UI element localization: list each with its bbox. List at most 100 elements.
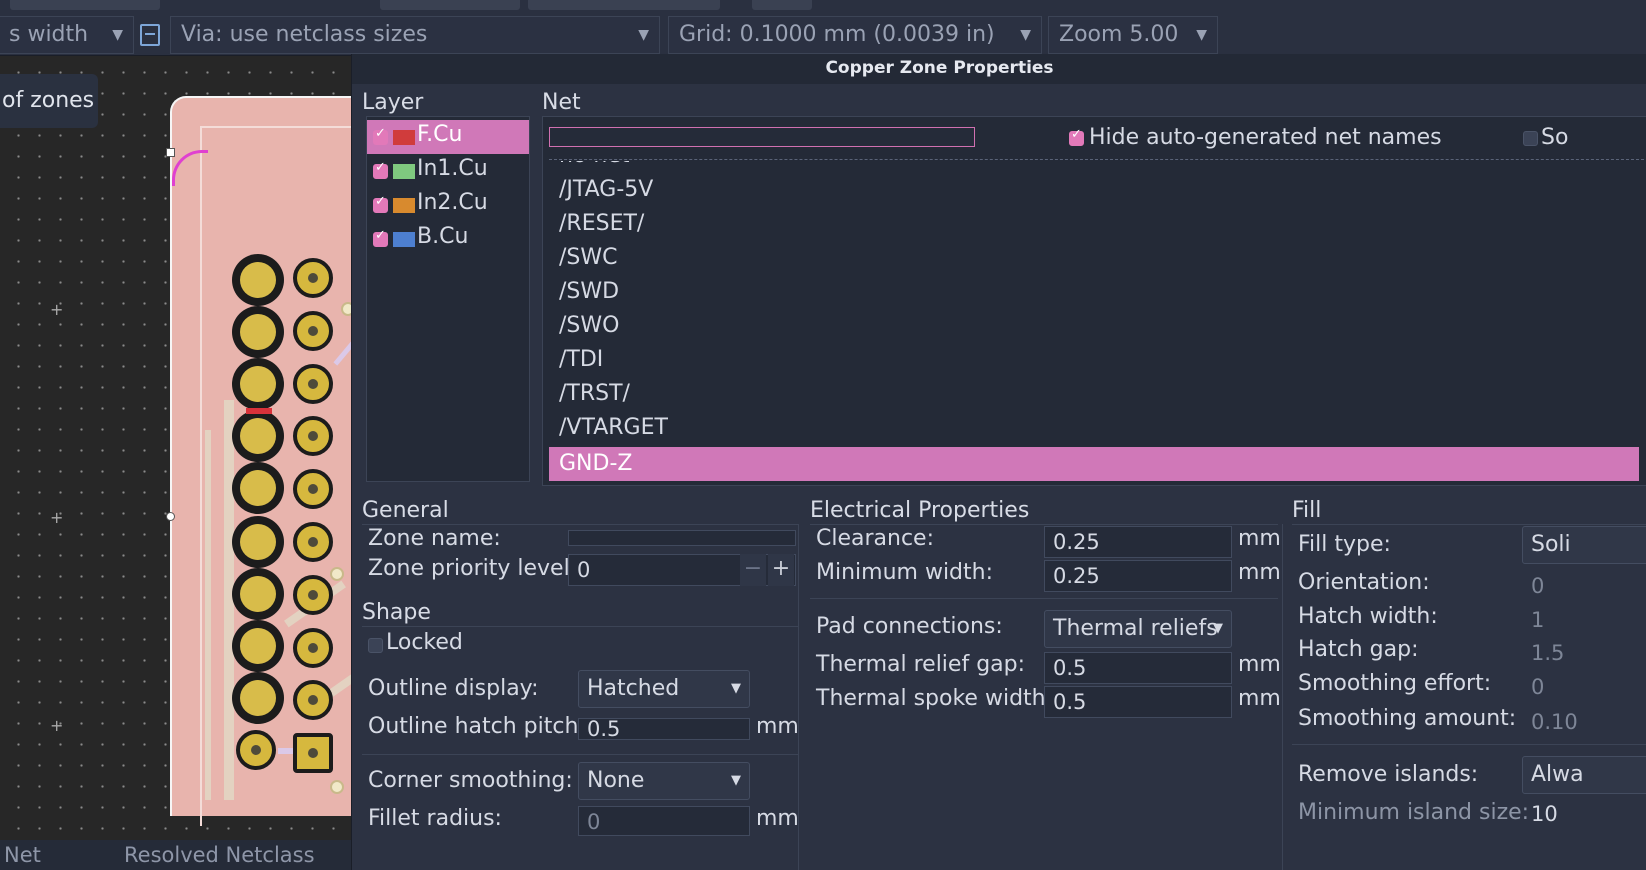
fill-type-value: Soli [1531,532,1571,557]
toolbar-overflow [752,0,812,10]
hatch-width-input[interactable]: 1 [1522,604,1646,636]
chevron-down-icon: ▼ [1213,621,1223,636]
net-item[interactable]: /RESET/ [549,207,1639,241]
section-divider [810,524,1278,525]
via[interactable] [330,780,344,794]
pad[interactable] [293,680,333,720]
remove-islands-value: Alwa [1531,762,1584,787]
hatch-gap-input[interactable]: 1.5 [1522,637,1646,669]
net-item-selected[interactable]: GND-Z [549,447,1639,481]
pad-thermal[interactable] [232,410,284,462]
via[interactable] [330,567,344,581]
zone-edge-handle[interactable] [166,512,175,521]
pad-thermal[interactable] [232,358,284,410]
remove-islands-dropdown[interactable]: Alwa [1522,756,1646,794]
pad-thermal[interactable] [232,254,284,306]
orientation-input[interactable]: 0 [1522,570,1646,602]
layer-item-in2-cu[interactable]: In2.Cu [367,188,529,222]
net-item[interactable]: /VTARGET [549,411,1639,445]
pad[interactable] [293,522,333,562]
outline-display-label: Outline display: [368,676,539,701]
layer-checkbox[interactable] [373,160,388,179]
pad-connections-dropdown[interactable]: Thermal reliefs ▼ [1044,610,1232,648]
pad-thermal[interactable] [232,620,284,672]
layer-checkbox[interactable] [373,228,388,247]
shape-section-title: Shape [362,600,431,625]
smoothing-effort-input[interactable]: 0 [1522,671,1646,703]
thermal-spoke-width-input[interactable]: 0.5 [1044,686,1232,718]
net-list-divider [549,159,1646,160]
net-item[interactable]: /JTAG-5V [549,173,1639,207]
fillet-radius-input[interactable]: 0 [578,806,750,836]
layer-label: F.Cu [417,122,463,147]
pad-thermal[interactable] [232,462,284,514]
thermal-relief-gap-label: Thermal relief gap: [816,652,1026,677]
smoothing-amount-input[interactable]: 0.10 [1522,706,1646,738]
locked-checkbox[interactable] [368,638,383,653]
sort-checkbox[interactable] [1523,131,1538,146]
pad[interactable] [293,469,333,509]
net-item[interactable]: /SWC [549,241,1639,275]
pad-1-square[interactable] [293,733,333,773]
hatch-width-label: Hatch width: [1298,604,1438,629]
minimum-island-size-input[interactable]: 10 [1522,798,1646,830]
pad-thermal[interactable] [232,568,284,620]
layer-item-f-cu[interactable]: F.Cu [367,120,529,154]
layer-item-b-cu[interactable]: B.Cu [367,222,529,256]
copper-zone-properties-dialog: Copper Zone Properties Layer F.Cu In1.Cu… [351,54,1646,870]
section-divider [362,626,798,627]
smoothing-amount-label: Smoothing amount: [1298,706,1517,731]
unit-label: mm [1238,686,1281,711]
grid-origin-marker: + [50,508,64,527]
chevron-down-icon: ▼ [731,773,741,788]
pad[interactable] [293,575,333,615]
layer-color-swatch [393,130,415,145]
pad[interactable] [293,258,333,298]
net-item[interactable]: /SWD [549,275,1639,309]
status-bar: Net Resolved Netclass [0,840,370,870]
pad[interactable] [293,416,333,456]
layer-item-in1-cu[interactable]: In1.Cu [367,154,529,188]
pad-thermal[interactable] [232,306,284,358]
thermal-relief-gap-input[interactable]: 0.5 [1044,652,1232,684]
track-width-dropdown[interactable]: s width ▼ [0,16,134,54]
net-item[interactable]: /TRST/ [549,377,1639,411]
toolbar-overflow [528,0,720,10]
layer-checkbox[interactable] [373,194,388,213]
outline-display-dropdown[interactable]: Hatched ▼ [578,670,750,708]
board-setup-icon[interactable] [140,24,160,46]
pad[interactable] [293,364,333,404]
net-item[interactable]: no net [549,161,1639,173]
zoom-dropdown[interactable]: Zoom 5.00 ▼ [1048,16,1218,54]
pad[interactable] [293,628,333,668]
pad-thermal[interactable] [232,672,284,724]
layer-checkbox[interactable] [373,126,388,145]
net-item[interactable]: /SWO [549,309,1639,343]
clearance-input[interactable]: 0.25 [1044,526,1232,558]
section-divider [810,598,1278,599]
layer-label: In1.Cu [417,156,488,181]
zone-corner-handle[interactable] [166,148,175,157]
general-section-title: General [362,498,449,523]
net-filter-input[interactable] [549,127,975,147]
grid-dropdown[interactable]: Grid: 0.1000 mm (0.0039 in) ▼ [668,16,1042,54]
corner-smoothing-value: None [587,768,645,793]
hide-auto-nets-checkbox[interactable] [1069,127,1084,146]
zone-name-input[interactable] [568,530,796,546]
net-list[interactable]: no net /JTAG-5V /RESET/ /SWC /SWD /SWO /… [549,161,1646,483]
net-item[interactable]: /TDI [549,343,1639,377]
corner-smoothing-dropdown[interactable]: None ▼ [578,762,750,800]
pad-thermal[interactable] [232,516,284,568]
priority-increment-button[interactable]: + [768,554,794,586]
outline-hatch-pitch-input[interactable]: 0.5 [578,718,750,740]
pad[interactable] [236,730,276,770]
unit-label: mm [1238,652,1281,677]
clearance-label: Clearance: [816,526,935,551]
minimum-width-input[interactable]: 0.25 [1044,560,1232,592]
priority-decrement-button[interactable]: − [740,554,766,586]
pad[interactable] [293,311,333,351]
via-size-dropdown[interactable]: Via: use netclass sizes ▼ [170,16,660,54]
fill-type-dropdown[interactable]: Soli [1522,526,1646,564]
pad-connections-label: Pad connections: [816,614,1003,639]
section-divider [362,524,798,525]
